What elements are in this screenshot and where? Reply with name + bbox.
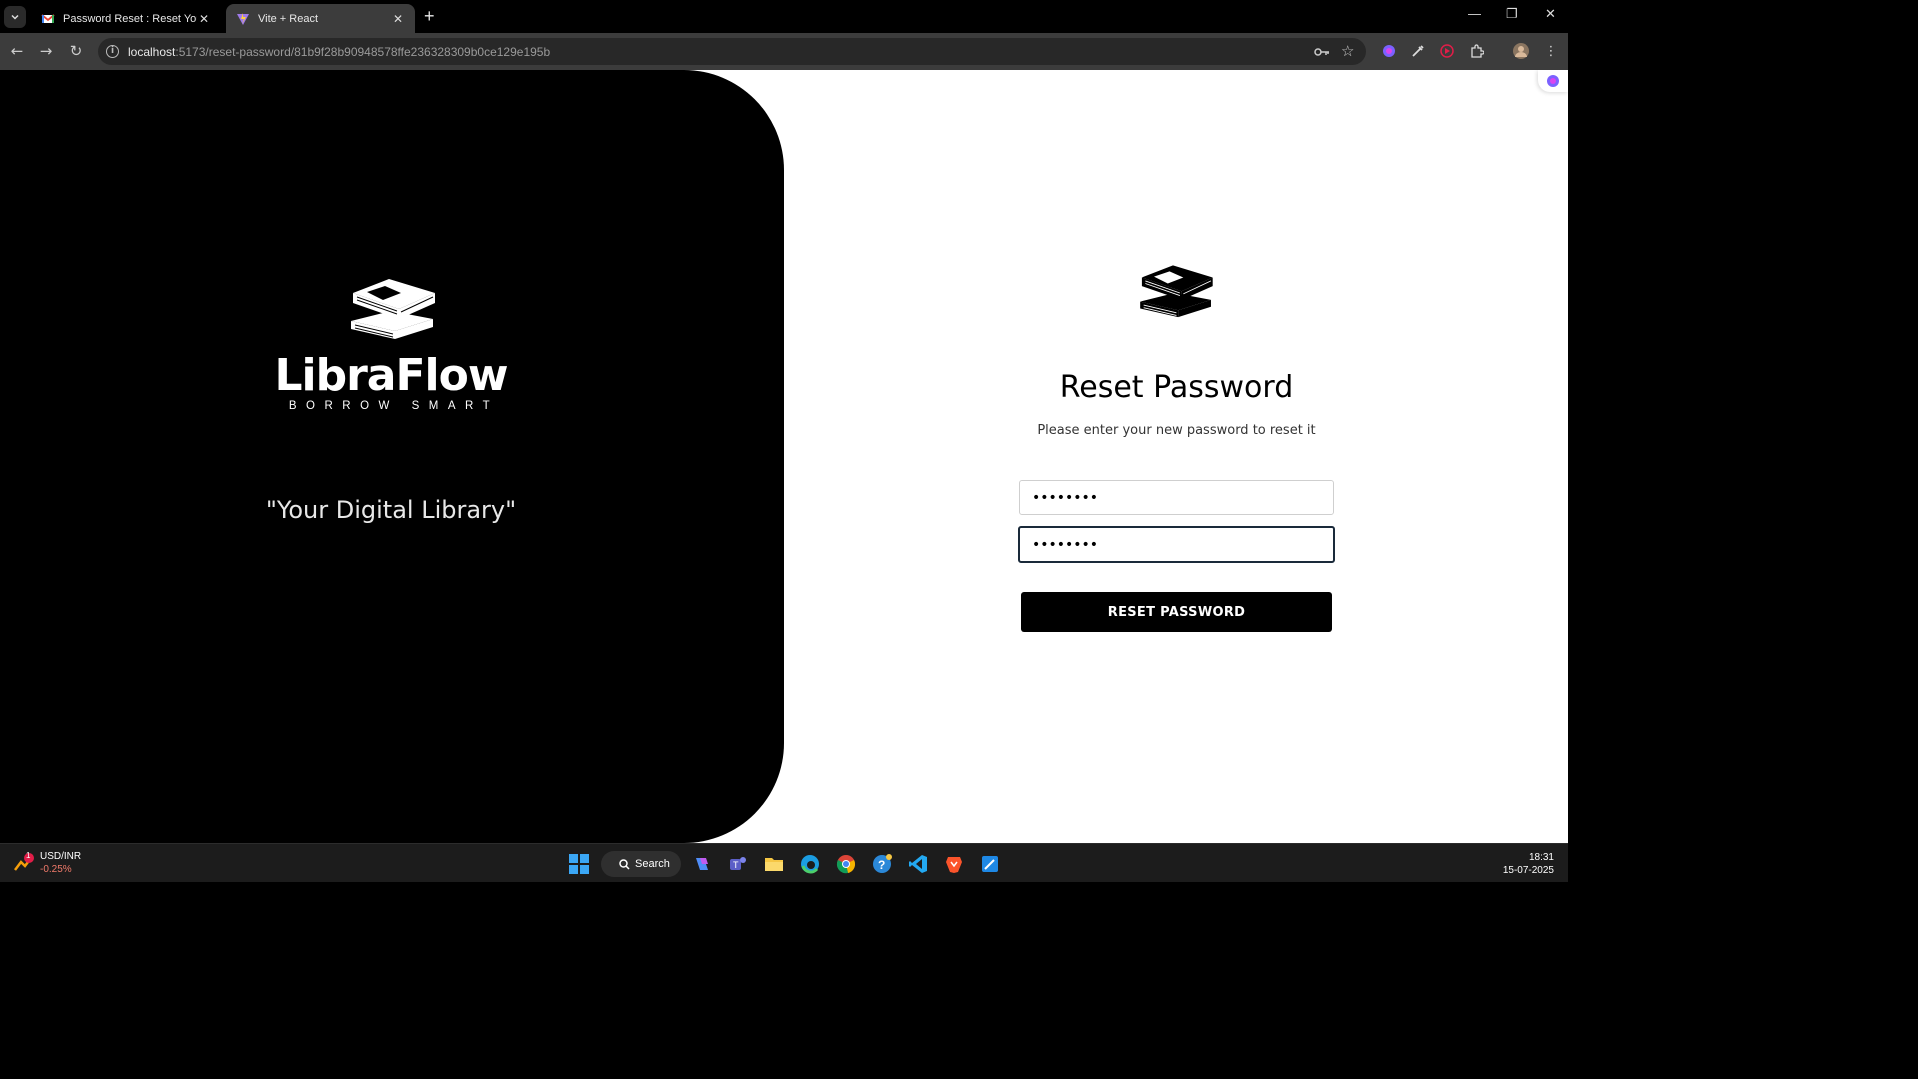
extension-gemini-icon[interactable] bbox=[1380, 42, 1398, 60]
browser-toolbar: ← → ↻ i localhost:5173/reset-password/81… bbox=[0, 33, 1568, 70]
books-logo-icon bbox=[1140, 265, 1213, 318]
url-text: localhost:5173/reset-password/81b9f28b90… bbox=[128, 44, 551, 59]
teams-icon[interactable]: T bbox=[726, 852, 750, 876]
tab-title: Password Reset : Reset Your Pa bbox=[63, 12, 197, 25]
windows-start-icon[interactable] bbox=[567, 852, 591, 876]
svg-text:?: ? bbox=[878, 858, 885, 872]
password-key-icon[interactable] bbox=[1314, 46, 1330, 58]
brave-browser-icon[interactable] bbox=[942, 852, 966, 876]
form-subtitle: Please enter your new password to reset … bbox=[1037, 423, 1316, 438]
widget-badge: 1 bbox=[26, 851, 31, 860]
search-label: Search bbox=[635, 858, 670, 870]
address-bar[interactable]: i localhost:5173/reset-password/81b9f28b… bbox=[98, 38, 1366, 65]
currency-chart-icon: 1 bbox=[12, 851, 34, 874]
new-tab-button[interactable]: + bbox=[424, 6, 435, 27]
tab-search-button[interactable] bbox=[4, 6, 26, 28]
brand-name: LibraFlow bbox=[274, 350, 508, 401]
close-tab-icon[interactable]: ✕ bbox=[391, 12, 405, 26]
minimize-button[interactable]: — bbox=[1468, 6, 1481, 21]
taskbar-search[interactable]: Search bbox=[601, 851, 681, 877]
help-icon[interactable]: ? bbox=[870, 852, 894, 876]
search-icon bbox=[619, 858, 630, 870]
widget-value: -0.25% bbox=[40, 864, 72, 875]
floating-extension-button[interactable] bbox=[1538, 70, 1568, 92]
paint-app-icon[interactable] bbox=[978, 852, 1002, 876]
clock-date: 15-07-2025 bbox=[1502, 865, 1554, 876]
gmail-icon bbox=[41, 13, 55, 23]
form-title: Reset Password bbox=[1059, 370, 1294, 405]
site-info-icon[interactable]: i bbox=[106, 45, 119, 58]
bookmark-star-icon[interactable]: ☆ bbox=[1341, 42, 1354, 60]
forward-arrow-icon[interactable]: → bbox=[36, 41, 56, 61]
widget-title: USD/INR bbox=[40, 851, 82, 862]
chevron-down-icon bbox=[11, 14, 19, 20]
close-tab-icon[interactable]: ✕ bbox=[197, 12, 211, 26]
brand-panel: LibraFlow BORROW SMART "Your Digital Lib… bbox=[0, 70, 784, 843]
brand-tagline: BORROW SMART bbox=[288, 400, 500, 412]
clock-time: 18:31 bbox=[1528, 852, 1554, 863]
vscode-icon[interactable] bbox=[906, 852, 930, 876]
tab-gmail[interactable]: Password Reset : Reset Your Pa ✕ bbox=[31, 4, 221, 33]
extension-gemini-icon bbox=[1547, 75, 1559, 87]
extension-eyedropper-icon[interactable] bbox=[1409, 42, 1427, 60]
confirm-password-input[interactable] bbox=[1018, 526, 1335, 563]
vite-icon bbox=[237, 12, 249, 25]
tab-title: Vite + React bbox=[258, 12, 319, 25]
restore-button[interactable]: ❐ bbox=[1506, 6, 1518, 22]
file-explorer-icon[interactable] bbox=[762, 852, 786, 876]
tab-vite-react[interactable]: Vite + React ✕ bbox=[226, 4, 415, 33]
extension-record-icon[interactable] bbox=[1438, 42, 1456, 60]
os-taskbar: 1 USD/INR -0.25% Search T ? 18:31 15-07-… bbox=[0, 843, 1568, 882]
profile-avatar-icon[interactable] bbox=[1512, 42, 1530, 60]
chrome-browser-icon[interactable] bbox=[834, 852, 858, 876]
extensions-puzzle-icon[interactable] bbox=[1468, 42, 1486, 60]
new-password-input[interactable] bbox=[1019, 480, 1334, 515]
brand-quote: "Your Digital Library" bbox=[265, 496, 517, 524]
close-window-button[interactable]: ✕ bbox=[1545, 6, 1556, 22]
browser-tab-bar: Password Reset : Reset Your Pa ✕ Vite + … bbox=[0, 0, 1568, 33]
reset-password-button[interactable]: RESET PASSWORD bbox=[1021, 592, 1332, 632]
reload-icon[interactable]: ↻ bbox=[66, 41, 86, 61]
page-content: LibraFlow BORROW SMART "Your Digital Lib… bbox=[0, 70, 1568, 843]
system-clock[interactable]: 18:31 15-07-2025 bbox=[1503, 851, 1554, 877]
books-logo-icon bbox=[351, 279, 435, 339]
back-arrow-icon[interactable]: ← bbox=[7, 41, 27, 61]
edge-browser-icon[interactable] bbox=[798, 852, 822, 876]
svg-text:T: T bbox=[733, 860, 739, 870]
browser-menu-icon[interactable]: ⋮ bbox=[1542, 42, 1560, 60]
market-widget[interactable]: 1 USD/INR -0.25% bbox=[12, 850, 81, 876]
copilot-icon[interactable] bbox=[690, 852, 714, 876]
